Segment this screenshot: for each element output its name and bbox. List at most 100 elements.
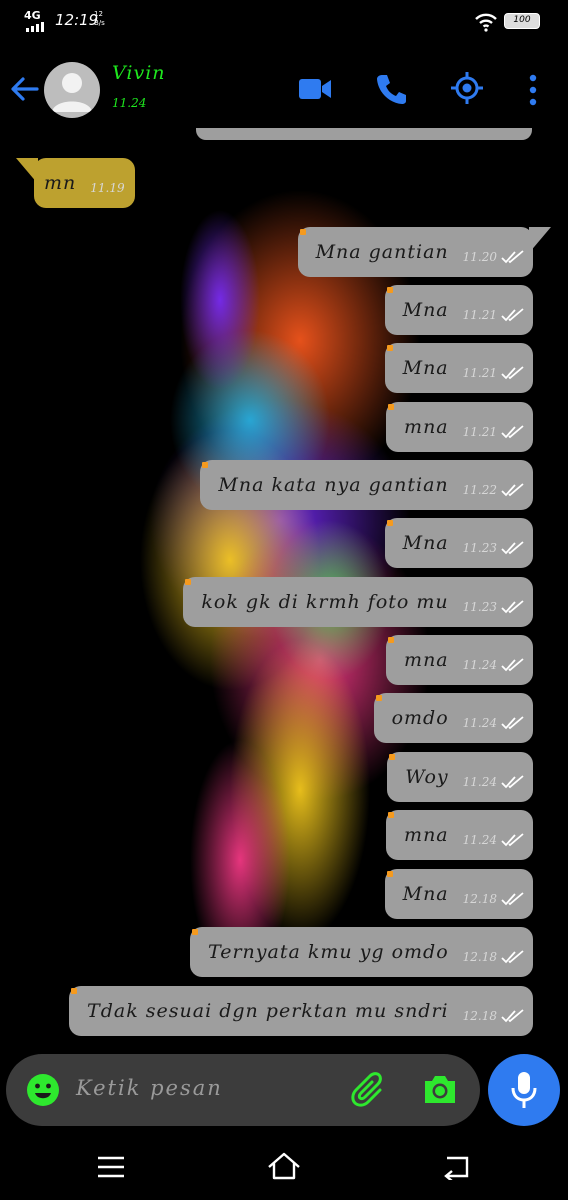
message-text: mna (404, 824, 449, 846)
outgoing-message[interactable]: Ternyata kmu yg omdo 12.18 (190, 927, 533, 977)
message-meta: 11.24 (463, 833, 525, 847)
double-check-icon (501, 483, 524, 497)
message-meta: 11.24 (463, 658, 525, 672)
back-nav-icon[interactable] (441, 1154, 471, 1180)
bubble-corner-marker (386, 871, 393, 877)
outgoing-message[interactable]: Tdak sesuai dgn perktan mu sndri 12.18 (69, 986, 533, 1036)
camera-icon[interactable] (422, 1072, 458, 1106)
bubble-tail (16, 158, 38, 184)
message-meta: 11.22 (463, 483, 525, 497)
avatar[interactable] (44, 62, 100, 118)
outgoing-message[interactable]: mna 11.21 (386, 402, 533, 452)
message-time: 12.18 (462, 892, 497, 906)
person-icon (52, 73, 92, 112)
outgoing-message[interactable]: kok gk di krmh foto mu 11.23 (183, 577, 533, 627)
message-time: 11.23 (462, 541, 497, 555)
message-time: 11.24 (462, 658, 497, 672)
microphone-icon (511, 1072, 537, 1108)
double-check-icon (501, 1009, 524, 1023)
message-text: mna (404, 416, 449, 438)
bubble-corner-marker (375, 695, 382, 701)
bubble-corner-marker (388, 404, 395, 410)
message-meta: 11.23 (463, 600, 525, 614)
double-check-icon (501, 950, 524, 964)
paperclip-icon[interactable] (350, 1070, 390, 1110)
message-meta: 11.24 (463, 716, 525, 730)
bubble-corner-marker (71, 988, 78, 994)
smiley-icon[interactable] (26, 1073, 60, 1107)
home-icon[interactable] (266, 1151, 302, 1181)
message-text: Woy (405, 766, 449, 788)
battery-indicator: 100 (504, 13, 540, 29)
message-time: 12.18 (462, 1009, 497, 1023)
outgoing-message[interactable]: Mna 12.18 (384, 869, 533, 919)
bubble-corner-marker (389, 754, 396, 760)
wifi-icon (475, 13, 497, 32)
double-check-icon (501, 250, 524, 264)
double-check-icon (501, 833, 524, 847)
message-text: mn (44, 172, 77, 194)
double-check-icon (501, 425, 524, 439)
message-meta: 12.18 (463, 950, 525, 964)
message-meta: 11.21 (463, 366, 525, 380)
double-check-icon (501, 366, 524, 380)
message-composer[interactable]: Ketik pesan (6, 1054, 480, 1126)
message-text: Mna (402, 357, 449, 379)
contact-name[interactable]: Vivin (112, 62, 166, 84)
message-meta: 12.18 (463, 1009, 525, 1023)
message-meta: 11.21 (463, 308, 525, 322)
message-meta: 11.21 (463, 425, 525, 439)
location-target-icon[interactable] (450, 71, 484, 105)
outgoing-message[interactable]: omdo 11.24 (373, 693, 533, 743)
outgoing-message[interactable]: Mna 11.21 (384, 285, 533, 335)
voice-record-button[interactable] (488, 1054, 560, 1126)
network-type: 4G (24, 9, 41, 22)
bubble-corner-marker (388, 637, 395, 643)
outgoing-message[interactable]: Woy 11.24 (387, 752, 533, 802)
arrow-left-icon[interactable] (10, 74, 40, 104)
message-text: omdo (391, 707, 449, 729)
double-check-icon (501, 600, 524, 614)
double-check-icon (501, 308, 524, 322)
incoming-message[interactable]: mn 11.19 (16, 158, 135, 208)
double-check-icon (501, 658, 524, 672)
outgoing-message[interactable]: mna 11.24 (386, 810, 533, 860)
message-text: Mna (402, 883, 449, 905)
bubble-corner-marker (192, 929, 199, 935)
net-speed: 12 B/s (94, 10, 105, 27)
outgoing-message[interactable]: mna 11.24 (386, 635, 533, 685)
message-time: 11.24 (462, 716, 497, 730)
bubble-tail (529, 227, 551, 253)
bubble-corner-marker (388, 812, 395, 818)
video-camera-icon[interactable] (297, 74, 333, 104)
more-vertical-icon[interactable] (524, 73, 542, 107)
message-time: 11.21 (462, 425, 497, 439)
message-input[interactable]: Ketik pesan (76, 1076, 223, 1100)
message-text: Tdak sesuai dgn perktan mu sndri (87, 1000, 449, 1022)
double-check-icon (501, 892, 524, 906)
bubble-corner-marker (386, 520, 393, 526)
message-text: Mna (402, 532, 449, 554)
message-text: mna (404, 649, 449, 671)
message-time: 12.18 (462, 950, 497, 964)
outgoing-message[interactable]: Mna 11.23 (384, 518, 533, 568)
outgoing-message[interactable]: Mna kata nya gantian 11.22 (200, 460, 533, 510)
outgoing-message[interactable]: Mna gantian 11.20 (297, 227, 551, 277)
message-meta: 12.18 (463, 892, 525, 906)
message-time: 11.19 (90, 181, 125, 195)
message-meta: 11.20 (463, 250, 525, 264)
bubble-corner-marker (185, 579, 192, 585)
outgoing-message[interactable]: Mna 11.21 (384, 343, 533, 393)
message-text: Ternyata kmu yg omdo (208, 941, 449, 963)
message-time: 11.23 (462, 600, 497, 614)
message-time: 11.21 (462, 308, 497, 322)
menu-icon[interactable] (96, 1155, 126, 1179)
double-check-icon (501, 541, 524, 555)
message-time: 11.24 (462, 775, 497, 789)
bubble-corner-marker (386, 345, 393, 351)
message-time: 11.22 (462, 483, 497, 497)
message-time: 11.20 (462, 250, 497, 264)
phone-icon[interactable] (374, 72, 408, 106)
bubble-corner-marker (386, 287, 393, 293)
message-text: Mna gantian (315, 241, 449, 263)
